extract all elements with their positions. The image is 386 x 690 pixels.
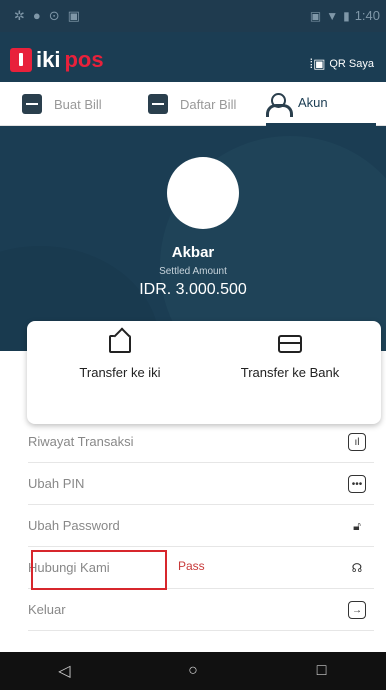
chart-icon: ıl [348, 433, 366, 451]
menu-label: Ubah PIN [28, 476, 85, 491]
app-logo: iki pos [10, 48, 104, 72]
person-icon [266, 92, 293, 117]
logo-mark [10, 48, 32, 72]
recents-icon[interactable]: □ [302, 662, 342, 680]
transfer-iki-label: Transfer ke iki [79, 365, 161, 380]
bill-icon [148, 94, 168, 114]
tab-bar: Buat Bill Daftar Bill Akun [0, 82, 386, 126]
qr-label: QR Saya [329, 58, 374, 70]
settled-amount-label: Settled Amount [159, 266, 227, 277]
home-icon[interactable]: ○ [173, 662, 213, 680]
menu-ubah-pin[interactable]: Ubah PIN ••• [28, 463, 374, 505]
menu-label: Keluar [28, 602, 66, 617]
transfer-bank-label: Transfer ke Bank [240, 365, 340, 380]
account-menu: Riwayat Transaksi ıl Ubah PIN ••• Ubah P… [28, 421, 374, 631]
user-name: Akbar [171, 244, 215, 261]
bill-icon [22, 94, 42, 114]
tab-label: Buat Bill [54, 96, 102, 112]
credit-card-icon [278, 335, 302, 353]
highlight-annotation-box [31, 550, 167, 590]
transfer-ke-bank-button[interactable]: Transfer ke Bank [205, 333, 375, 403]
avatar [167, 157, 239, 229]
qr-saya-button[interactable]: ⁞▣ QR Saya [309, 56, 374, 72]
menu-riwayat-transaksi[interactable]: Riwayat Transaksi ıl [28, 421, 374, 463]
wifi-icon: ▼ [326, 8, 339, 23]
back-icon[interactable]: ◁ [44, 661, 84, 681]
status-time: 1:40 [354, 8, 380, 23]
settings-icon: ✲ [14, 8, 25, 23]
battery-icon: ▮ [343, 8, 350, 23]
wallet-icon [109, 335, 131, 353]
logo-text-iki: iki [36, 47, 61, 72]
system-nav-bar: ◁ ○ □ [0, 652, 386, 690]
tab-label: Daftar Bill [180, 96, 237, 112]
image-icon: ▣ [67, 8, 80, 23]
pass-annotation: Pass [178, 559, 205, 573]
transfer-ke-iki-button[interactable]: Transfer ke iki [35, 333, 205, 403]
logo-text-pos: pos [64, 47, 104, 72]
cast-icon: ▣ [309, 8, 322, 23]
qr-icon: ⁞▣ [309, 56, 326, 71]
status-icons: ✲ ● ⊙ ▣ [14, 8, 80, 24]
sync-icon: ⊙ [48, 8, 60, 23]
menu-keluar[interactable]: Keluar → [28, 589, 374, 631]
status-bar: ✲ ● ⊙ ▣ ▣ ▼ ▮ 1:40 [0, 0, 386, 32]
tab-akun[interactable]: Akun [266, 82, 376, 126]
tab-daftar-bill[interactable]: Daftar Bill [148, 82, 236, 126]
profile-header: Akbar Settled Amount IDR. 3.000.500 [0, 126, 386, 351]
headset-icon: ☊ [351, 561, 363, 575]
settled-amount-value: IDR. 3.000.500 [139, 281, 247, 298]
logout-icon: → [348, 601, 366, 619]
lock-icon: 🔓︎ [353, 518, 361, 533]
status-right: ▣ ▼ ▮ 1:40 [310, 8, 380, 23]
menu-label: Riwayat Transaksi [28, 434, 134, 449]
tab-label: Akun [298, 95, 328, 110]
notification-icon: ● [32, 8, 41, 23]
menu-ubah-password[interactable]: Ubah Password 🔓︎ [28, 505, 374, 547]
transfer-card: Transfer ke iki Transfer ke Bank [27, 321, 381, 424]
pin-icon: ••• [348, 475, 366, 493]
tab-buat-bill[interactable]: Buat Bill [22, 82, 102, 126]
menu-label: Ubah Password [28, 518, 120, 533]
